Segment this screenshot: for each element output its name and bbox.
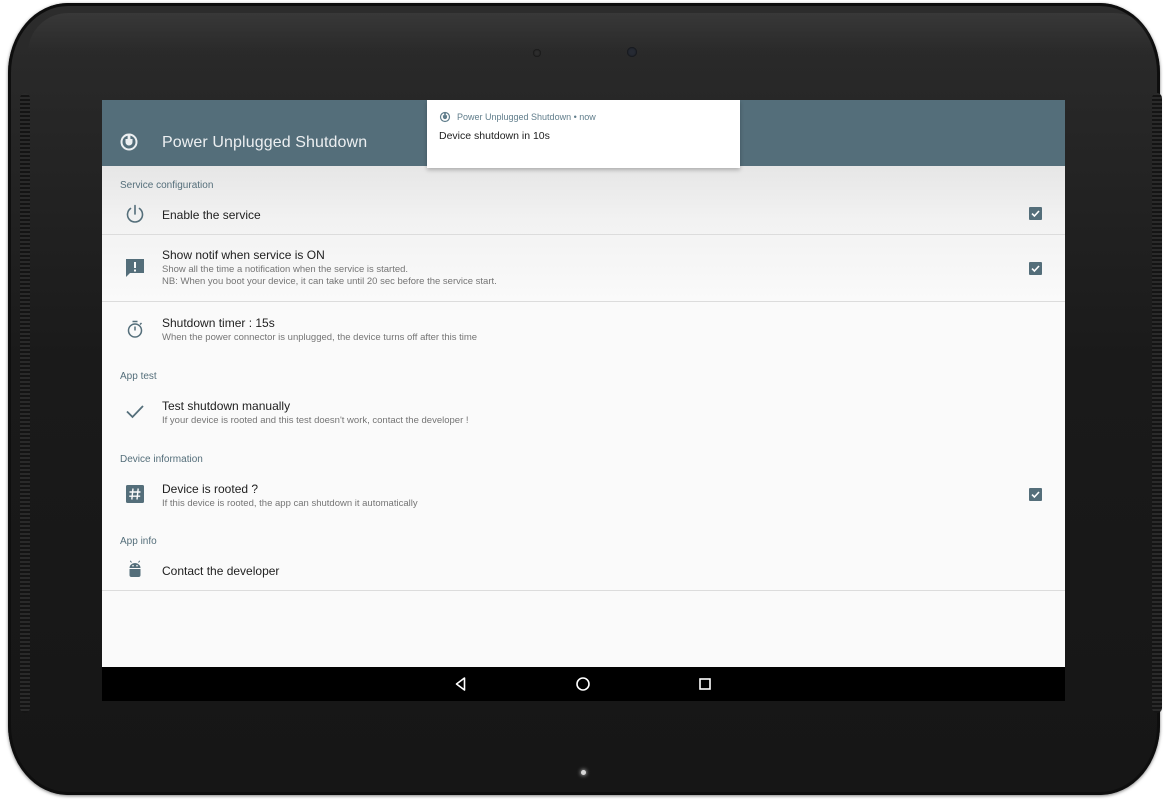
pref-contact-developer-title: Contact the developer: [162, 564, 280, 578]
screen: Power Unplugged Shutdown Service configu…: [102, 100, 1065, 701]
divider: [102, 590, 1065, 591]
android-icon: [129, 560, 141, 577]
notification-header: Power Unplugged Shutdown • now: [457, 112, 596, 122]
enable-service-checkbox[interactable]: [1029, 207, 1042, 220]
light-sensor: [533, 49, 541, 57]
notification-text: Device shutdown in 10s: [439, 130, 550, 142]
pref-show-notif-title: Show notif when service is ON: [162, 248, 325, 262]
app-title: Power Unplugged Shutdown: [162, 134, 368, 151]
pref-test-shutdown[interactable]: Test shutdown manually If your device is…: [102, 388, 1065, 444]
pref-shutdown-timer-summary: When the power connector is unplugged, t…: [162, 332, 478, 343]
pref-shutdown-timer-title: Shutdown timer : 15s: [162, 316, 275, 330]
hash-icon: [126, 485, 144, 503]
power-plug-icon: [120, 133, 138, 151]
show-notif-checkbox[interactable]: [1029, 262, 1042, 275]
pref-shutdown-timer[interactable]: Shutdown timer : 15s When the power conn…: [102, 302, 1065, 358]
section-device-information: Device information: [120, 454, 203, 465]
recents-icon[interactable]: [696, 675, 714, 693]
section-app-test: App test: [120, 371, 157, 382]
device-rooted-checkbox[interactable]: [1029, 488, 1042, 501]
pref-enable-service[interactable]: Enable the service: [102, 197, 1065, 233]
pref-enable-service-title: Enable the service: [162, 208, 261, 222]
back-icon[interactable]: [452, 675, 470, 693]
notification-led: [581, 770, 586, 775]
section-app-info: App info: [120, 536, 157, 547]
checkmark-icon: [1031, 210, 1040, 218]
pref-device-rooted-title: Device is rooted ?: [162, 482, 259, 496]
notification-alert-icon: [126, 259, 144, 277]
pref-contact-developer[interactable]: Contact the developer: [102, 555, 1065, 589]
pref-test-shutdown-summary: If your device is rooted and this test d…: [162, 415, 469, 426]
home-icon[interactable]: [574, 675, 592, 693]
notification-app-name: Power Unplugged Shutdown: [457, 112, 572, 122]
pref-show-notif-note: NB: When you boot your device, it can ta…: [162, 276, 497, 287]
section-service-configuration: Service configuration: [120, 180, 214, 191]
timer-icon: [127, 320, 143, 338]
checkmark-icon: [1031, 265, 1040, 273]
navigation-bar: [102, 667, 1065, 701]
preferences-list: Service configuration Enable the service…: [102, 166, 1065, 701]
front-camera: [627, 47, 637, 57]
pref-device-rooted-summary: If this device is rooted, the app can sh…: [162, 498, 418, 509]
check-icon: [126, 405, 144, 419]
right-speaker-grille: [1152, 93, 1162, 713]
bezel-highlight: [28, 13, 1154, 53]
left-speaker-grille: [20, 93, 30, 713]
power-plug-icon: [439, 111, 451, 123]
pref-show-notif-summary: Show all the time a notification when th…: [162, 264, 409, 275]
notification-separator: •: [573, 112, 577, 122]
notification-time: now: [579, 112, 596, 122]
heads-up-notification[interactable]: Power Unplugged Shutdown • now Device sh…: [427, 100, 740, 168]
checkmark-icon: [1031, 491, 1040, 499]
pref-show-notif[interactable]: Show notif when service is ON Show all t…: [102, 235, 1065, 301]
pref-test-shutdown-title: Test shutdown manually: [162, 399, 291, 413]
power-icon: [126, 204, 144, 223]
pref-device-rooted[interactable]: Device is rooted ? If this device is roo…: [102, 471, 1065, 527]
